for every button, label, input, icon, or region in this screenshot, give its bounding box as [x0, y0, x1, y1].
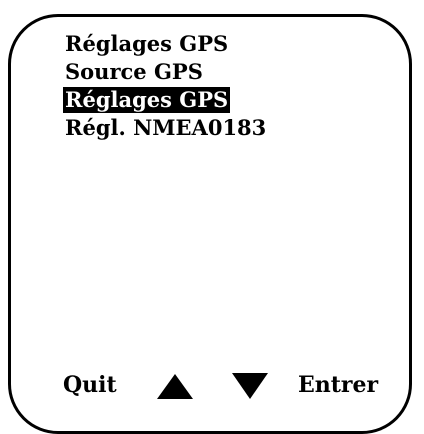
menu-title: Réglages GPS [65, 31, 229, 56]
menu-item-source-gps[interactable]: Source GPS [63, 59, 203, 84]
menu-item-source-gps-row[interactable]: Source GPS [63, 58, 266, 86]
menu-item-nmea0183-settings-row[interactable]: Régl. NMEA0183 [63, 114, 266, 142]
softkey-bar: Quit Entrer [0, 370, 424, 400]
menu-item-nmea0183-settings[interactable]: Régl. NMEA0183 [63, 115, 266, 140]
up-arrow-icon[interactable] [155, 372, 195, 400]
quit-softkey[interactable]: Quit [63, 370, 117, 400]
menu-item-gps-settings[interactable]: Réglages GPS [63, 87, 231, 113]
menu: Réglages GPS Source GPS Réglages GPS Rég… [63, 30, 266, 142]
down-arrow-icon[interactable] [230, 372, 270, 400]
menu-item-gps-settings-row[interactable]: Réglages GPS [63, 86, 266, 114]
enter-softkey[interactable]: Entrer [298, 370, 378, 400]
